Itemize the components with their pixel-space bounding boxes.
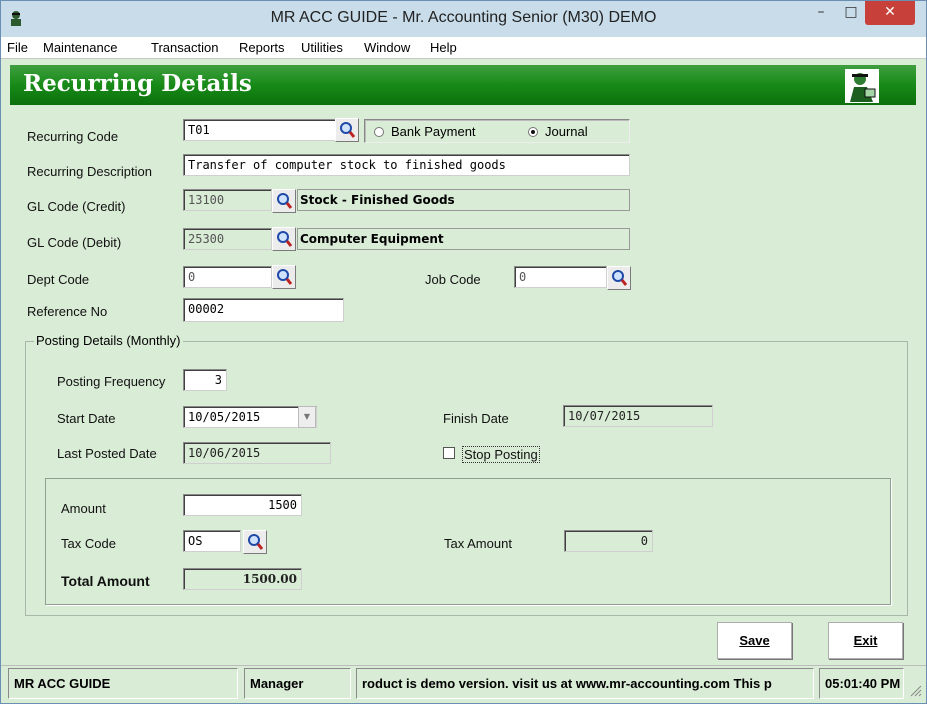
reference-no-label: Reference No — [27, 304, 108, 319]
status-user: Manager — [244, 668, 351, 699]
job-code-lookup-button[interactable] — [607, 266, 631, 290]
title-bar[interactable]: MR ACC GUIDE - Mr. Accounting Senior (M3… — [1, 1, 926, 37]
recurring-code-label: Recurring Code — [27, 129, 119, 144]
finish-date-input[interactable]: 10/07/2015 — [563, 405, 713, 427]
menu-reports[interactable]: Reports — [239, 40, 285, 55]
menu-window[interactable]: Window — [364, 40, 410, 55]
status-message: roduct is demo version. visit us at www.… — [356, 668, 814, 699]
search-icon — [277, 193, 293, 209]
tax-code-label: Tax Code — [61, 536, 116, 551]
gl-debit-label: GL Code (Debit) — [27, 235, 122, 250]
tax-code-input[interactable]: OS — [183, 530, 241, 552]
gl-debit-lookup-button[interactable] — [272, 227, 296, 251]
gl-credit-code-input[interactable]: 13100 — [183, 189, 272, 211]
stop-posting-label[interactable]: Stop Posting — [462, 446, 540, 463]
posting-frequency-input[interactable]: 3 — [183, 369, 227, 391]
resize-grip-icon[interactable] — [908, 683, 922, 697]
search-icon — [340, 122, 356, 138]
gl-debit-code-input[interactable]: 25300 — [183, 228, 272, 250]
radio-bank-payment-label: Bank Payment — [391, 124, 476, 139]
total-amount-output: 1500.00 — [183, 568, 302, 590]
menu-utilities[interactable]: Utilities — [301, 40, 343, 55]
description-input[interactable]: Transfer of computer stock to finished g… — [183, 154, 630, 176]
search-icon — [277, 269, 293, 285]
last-posted-date-input[interactable]: 10/06/2015 — [183, 442, 331, 464]
radio-indicator-selected — [528, 127, 538, 137]
recurring-code-lookup-button[interactable] — [335, 118, 359, 142]
search-icon — [248, 534, 264, 550]
status-bar: MR ACC GUIDE Manager roduct is demo vers… — [1, 665, 926, 703]
reference-no-input[interactable]: 00002 — [183, 298, 344, 322]
search-icon — [612, 270, 628, 286]
menu-help[interactable]: Help — [430, 40, 457, 55]
minimize-button[interactable]: – — [807, 1, 835, 25]
gl-credit-account-name: Stock - Finished Goods — [297, 189, 630, 211]
tax-amount-label: Tax Amount — [444, 536, 512, 551]
menu-bar: File Maintenance Transaction Reports Uti… — [1, 37, 926, 59]
menu-transaction[interactable]: Transaction — [151, 40, 218, 55]
job-code-label: Job Code — [425, 272, 481, 287]
stop-posting-checkbox[interactable] — [443, 447, 455, 459]
save-button[interactable]: Save — [717, 622, 792, 659]
radio-indicator — [374, 127, 384, 137]
close-button[interactable]: ✕ — [865, 1, 915, 25]
total-amount-label: Total Amount — [61, 573, 150, 589]
menu-maintenance[interactable]: Maintenance — [43, 40, 117, 55]
start-date-dropdown-button[interactable]: ▼ — [298, 406, 316, 428]
radio-bank-payment[interactable]: Bank Payment — [374, 124, 476, 139]
tax-code-lookup-button[interactable] — [243, 530, 267, 554]
recurring-code-input[interactable]: T01 — [183, 119, 336, 141]
radio-journal[interactable]: Journal — [528, 124, 588, 139]
last-posted-date-label: Last Posted Date — [57, 446, 157, 461]
amount-input[interactable]: 1500 — [183, 494, 302, 516]
gl-credit-label: GL Code (Credit) — [27, 199, 126, 214]
form-header: Recurring Details — [10, 65, 916, 105]
transaction-type-group: Bank Payment Journal — [364, 119, 630, 143]
menu-file[interactable]: File — [7, 40, 28, 55]
dept-code-label: Dept Code — [27, 272, 90, 287]
gl-debit-account-name: Computer Equipment — [297, 228, 630, 250]
start-date-label: Start Date — [57, 411, 116, 426]
exit-button-label: Exit — [853, 633, 878, 648]
gl-credit-lookup-button[interactable] — [272, 189, 296, 213]
search-icon — [277, 231, 293, 247]
description-label: Recurring Description — [27, 164, 152, 179]
radio-journal-label: Journal — [545, 124, 588, 139]
posting-details-legend: Posting Details (Monthly) — [34, 333, 183, 348]
posting-frequency-label: Posting Frequency — [57, 374, 166, 389]
dept-code-input[interactable]: 0 — [183, 266, 272, 288]
window-title: MR ACC GUIDE - Mr. Accounting Senior (M3… — [270, 9, 657, 26]
dept-code-lookup-button[interactable] — [272, 265, 296, 289]
tax-amount-output: 0 — [564, 530, 653, 552]
amount-label: Amount — [61, 501, 106, 516]
save-button-label: Save — [739, 633, 770, 648]
finish-date-label: Finish Date — [443, 411, 509, 426]
start-date-input[interactable]: 10/05/2015 — [183, 406, 317, 428]
maximize-button[interactable]: □ — [837, 1, 865, 25]
exit-button[interactable]: Exit — [828, 622, 903, 659]
status-company: MR ACC GUIDE — [8, 668, 238, 699]
status-time: 05:01:40 PM — [819, 668, 904, 699]
job-code-input[interactable]: 0 — [514, 266, 607, 288]
accountant-icon — [845, 69, 879, 103]
form-title: Recurring Details — [23, 70, 252, 97]
app-window: MR ACC GUIDE - Mr. Accounting Senior (M3… — [0, 0, 927, 704]
